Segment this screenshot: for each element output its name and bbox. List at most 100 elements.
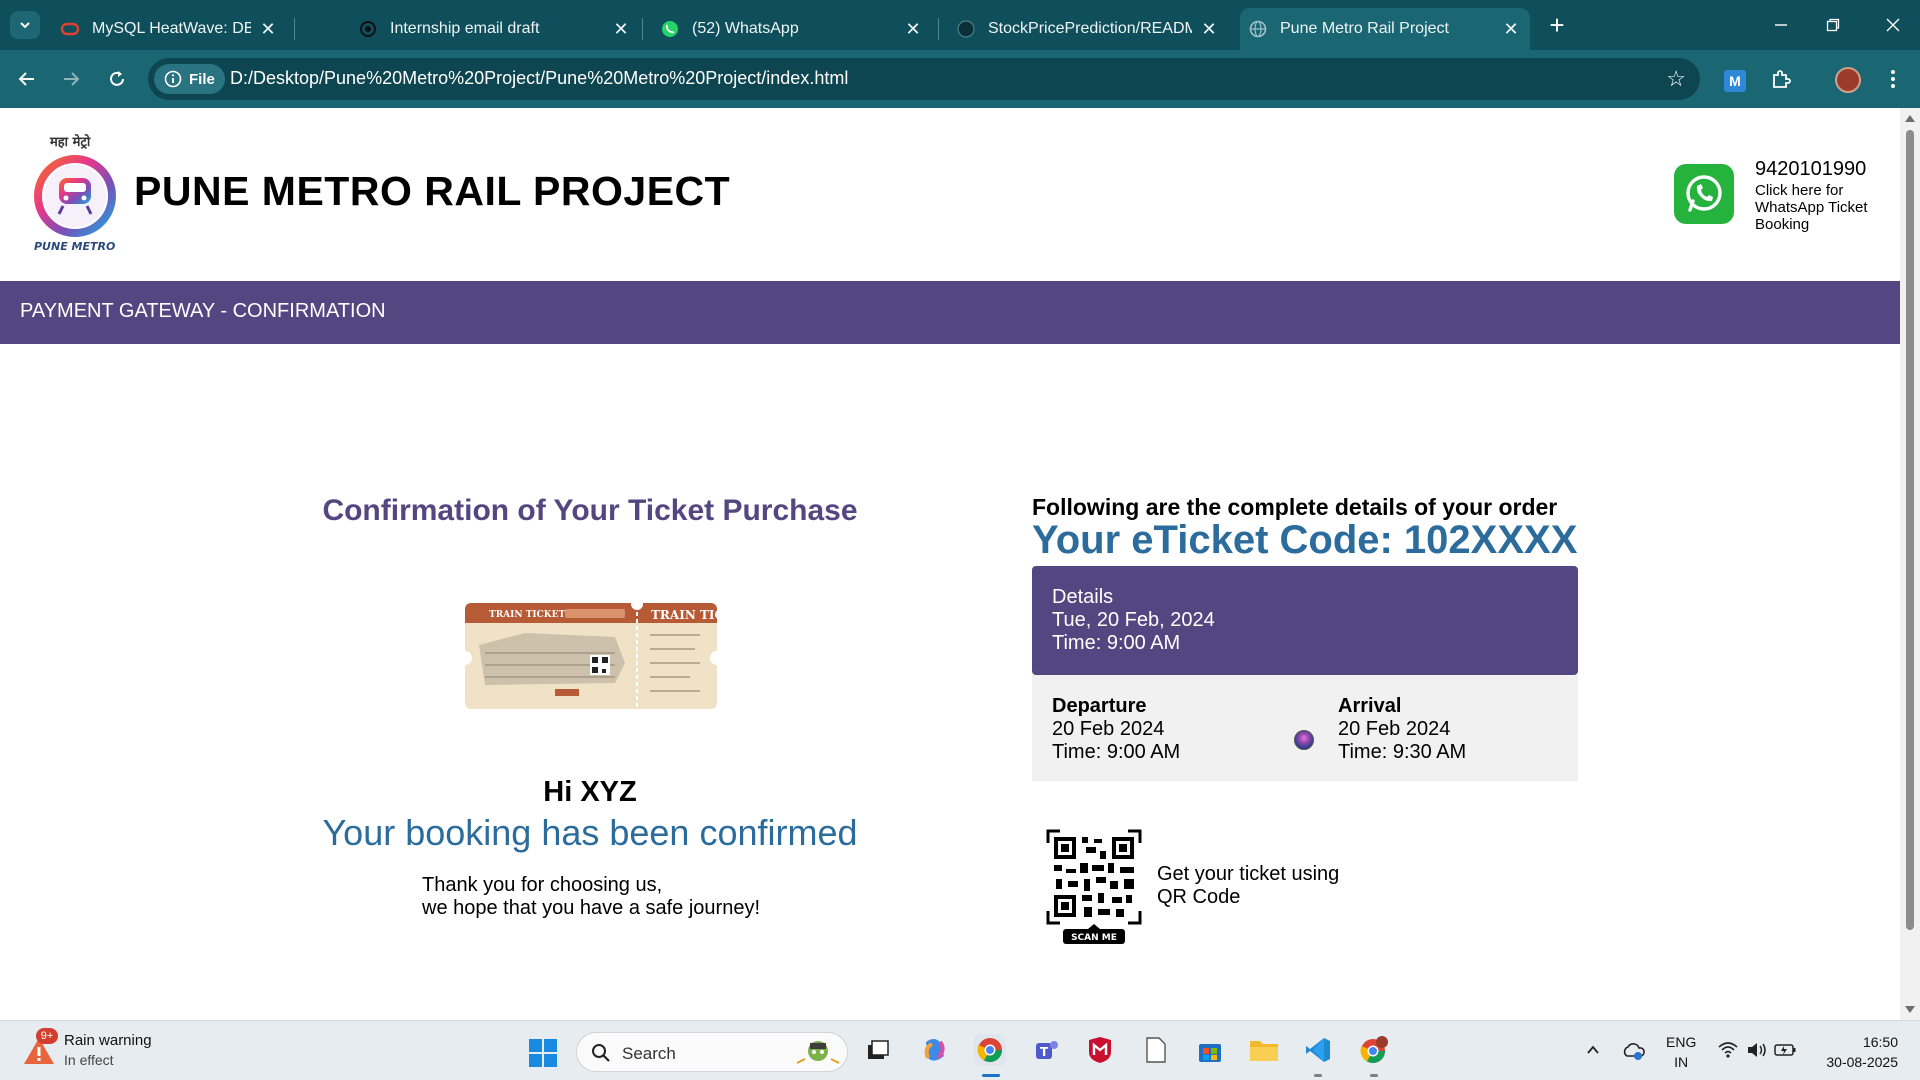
clock-time: 16:50	[1862, 1034, 1898, 1050]
eticket-code: Your eTicket Code: 102XXXX	[1032, 518, 1578, 562]
whatsapp-booking-icon[interactable]	[1674, 164, 1734, 224]
close-window-button[interactable]	[1870, 8, 1916, 42]
close-icon[interactable]: ✕	[1198, 19, 1220, 40]
extensions-button[interactable]	[1766, 64, 1796, 94]
scroll-down-arrow-icon[interactable]	[1905, 1006, 1915, 1013]
departure-date: 20 Feb 2024	[1052, 718, 1165, 740]
site-title: PUNE METRO RAIL PROJECT	[134, 168, 731, 214]
tab-title: MySQL HeatWave: DB System E	[92, 20, 251, 37]
whatsapp-phone-number[interactable]: 9420101990	[1755, 158, 1866, 181]
details-title: Details	[1052, 586, 1114, 608]
minimize-icon	[1775, 24, 1787, 26]
qr-line-1: Get your ticket using	[1157, 863, 1340, 885]
details-time: Time: 9:00 AM	[1052, 632, 1181, 654]
qr-code[interactable]: SCAN ME	[1046, 829, 1142, 947]
reload-icon	[110, 71, 124, 86]
task-view-icon[interactable]	[862, 1034, 894, 1066]
scroll-thumb[interactable]	[1906, 130, 1914, 930]
chrome-taskbar-icon[interactable]	[974, 1034, 1006, 1066]
tab-pune-metro-active[interactable]: Pune Metro Rail Project ✕	[1240, 8, 1530, 50]
search-icon	[592, 1044, 610, 1062]
page-scrollbar[interactable]	[1900, 108, 1920, 1020]
puzzle-icon	[1773, 70, 1791, 88]
qr-line-2: QR Code	[1157, 886, 1241, 908]
arrival-info: Arrival 20 Feb 2024 Time: 9:30 AM	[1338, 695, 1466, 764]
extension-m-icon[interactable]: M	[1724, 70, 1746, 92]
tab-title: (52) WhatsApp	[692, 20, 799, 37]
active-app-indicator	[982, 1074, 1000, 1077]
tab-title: Pune Metro Rail Project	[1280, 20, 1449, 37]
close-icon	[1886, 18, 1900, 32]
running-app-indicator	[1314, 1074, 1322, 1077]
ticket-stub-label: TRAIN TIC	[651, 608, 717, 622]
route-marker-icon	[1294, 730, 1314, 750]
windows-taskbar: 9+ Rain warning In effect Search T ENG I…	[0, 1020, 1920, 1080]
svg-text:T: T	[1040, 1045, 1049, 1059]
logo-text-bottom: PUNE METRO	[34, 240, 115, 253]
reload-button[interactable]	[102, 64, 132, 94]
order-details-heading: Following are the complete details of yo…	[1032, 494, 1558, 520]
volume-icon[interactable]	[1746, 1041, 1768, 1064]
logo-text-top: महा मेट्रो	[49, 134, 91, 150]
close-icon[interactable]: ✕	[1500, 19, 1522, 40]
tab-separator	[294, 18, 295, 40]
thanks-line-2: we hope that you have a safe journey!	[422, 897, 761, 919]
microsoft-store-icon[interactable]	[1194, 1034, 1226, 1066]
section-banner: PAYMENT GATEWAY - CONFIRMATION	[0, 281, 1900, 344]
clock-date: 30-08-2025	[1826, 1054, 1898, 1070]
whatsapp-booking-link[interactable]: Click here for WhatsApp Ticket Booking	[1755, 182, 1880, 233]
arrival-label: Arrival	[1338, 695, 1402, 717]
web-page: महा मेट्रो PUNE METRO PUNE METRO RAIL PR…	[0, 108, 1900, 1020]
onedrive-sync-icon[interactable]	[1622, 1041, 1646, 1066]
weather-subtitle: In effect	[64, 1052, 114, 1068]
qr-caption: SCAN ME	[1071, 933, 1117, 943]
close-icon[interactable]: ✕	[902, 19, 924, 40]
tab-search-button[interactable]	[10, 11, 40, 39]
bookmark-star-icon[interactable]: ☆	[1666, 66, 1686, 92]
confirmation-heading: Confirmation of Your Ticket Purchase	[322, 494, 858, 527]
restore-button[interactable]	[1810, 8, 1856, 42]
address-bar[interactable]: File D:/Desktop/Pune%20Metro%20Project/P…	[148, 58, 1700, 100]
vscode-icon[interactable]	[1302, 1034, 1334, 1066]
train-ticket-image: TRAIN TICKET TRAIN TIC	[458, 598, 724, 709]
system-clock[interactable]: 16:50 30-08-2025	[1808, 1032, 1898, 1072]
tab-internship-email[interactable]: Internship email draft ✕	[350, 8, 640, 50]
weather-badge: 9+	[36, 1028, 58, 1044]
chrome-profile-taskbar-icon[interactable]	[1358, 1034, 1390, 1066]
url-text[interactable]: D:/Desktop/Pune%20Metro%20Project/Pune%2…	[230, 68, 848, 89]
site-info-chip[interactable]: File	[154, 64, 225, 94]
menu-button[interactable]	[1878, 64, 1908, 94]
weather-title[interactable]: Rain warning	[64, 1032, 152, 1049]
close-icon[interactable]: ✕	[610, 19, 632, 40]
tab-mysql[interactable]: MySQL HeatWave: DB System E ✕	[52, 8, 287, 50]
show-hidden-icons-icon[interactable]	[1585, 1042, 1601, 1063]
forward-button[interactable]	[56, 64, 86, 94]
mcafee-icon[interactable]	[1084, 1034, 1116, 1066]
start-button[interactable]	[528, 1038, 558, 1068]
input-language-indicator[interactable]: ENG IN	[1666, 1032, 1696, 1072]
github-icon	[956, 19, 976, 39]
taskbar-search-box[interactable]: Search	[576, 1032, 848, 1072]
battery-icon[interactable]	[1774, 1041, 1798, 1064]
teams-icon[interactable]: T	[1030, 1034, 1062, 1066]
minimize-button[interactable]	[1758, 8, 1804, 42]
tab-whatsapp[interactable]: (52) WhatsApp ✕	[652, 8, 932, 50]
close-icon[interactable]: ✕	[257, 19, 279, 40]
wifi-icon[interactable]	[1718, 1041, 1738, 1064]
tab-separator	[642, 18, 643, 40]
back-button[interactable]	[12, 64, 42, 94]
profile-avatar[interactable]	[1835, 67, 1861, 93]
tab-separator	[938, 18, 939, 40]
running-app-indicator	[1370, 1074, 1378, 1077]
oracle-icon	[60, 19, 80, 39]
tab-title: Internship email draft	[390, 20, 540, 37]
language-code: ENG	[1666, 1034, 1697, 1050]
notepad-icon[interactable]	[1140, 1034, 1172, 1066]
scroll-up-arrow-icon[interactable]	[1905, 115, 1915, 122]
tab-title: StockPricePrediction/README.n	[988, 20, 1192, 37]
thank-you-message: Thank you for choosing us, we hope that …	[422, 874, 760, 920]
tab-github[interactable]: StockPricePrediction/README.n ✕	[948, 8, 1228, 50]
file-explorer-icon[interactable]	[1248, 1034, 1280, 1066]
copilot-icon[interactable]	[918, 1034, 950, 1066]
new-tab-button[interactable]: +	[1542, 10, 1572, 40]
